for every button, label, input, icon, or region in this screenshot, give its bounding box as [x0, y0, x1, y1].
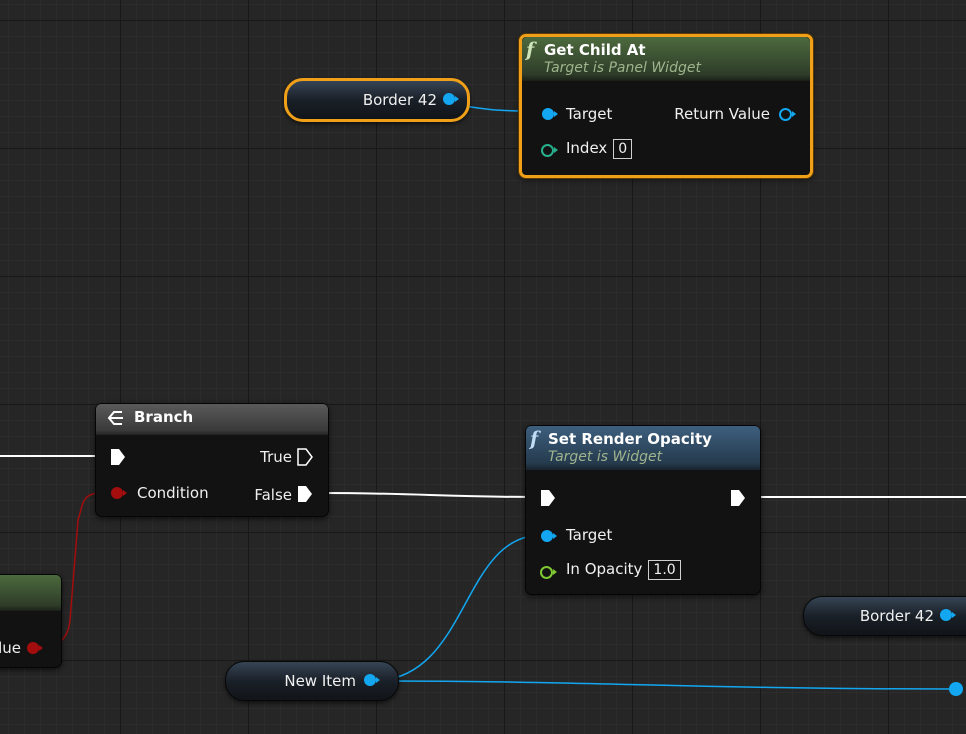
condition-label: Condition — [137, 484, 209, 502]
node-header — [0, 575, 61, 611]
exec-wire-false-to-opacity — [317, 492, 541, 498]
bool-output-pin[interactable] — [27, 642, 43, 654]
node-branch[interactable]: Branch True Condition False — [95, 403, 329, 517]
target-pin[interactable] — [542, 108, 558, 120]
index-pin[interactable] — [541, 144, 558, 157]
node-partial-left[interactable]: lue — [0, 574, 62, 668]
node-title: Get Child At — [544, 41, 646, 59]
node-header: f Get Child At Target is Panel Widget — [522, 37, 810, 81]
node-title: Branch — [134, 408, 194, 426]
variable-label: New Item — [284, 672, 356, 690]
condition-pin[interactable] — [111, 487, 127, 499]
target-label: Target — [566, 526, 613, 544]
index-label: Index — [566, 139, 608, 157]
variable-label: Border 42 — [362, 91, 437, 109]
variable-node-border-top[interactable]: Border 42 — [284, 78, 470, 122]
node-header: Branch — [96, 404, 328, 435]
node-title: Set Render Opacity — [548, 430, 712, 448]
in-opacity-value-field[interactable]: 1.0 — [648, 560, 681, 580]
function-icon: f — [526, 39, 535, 61]
return-value-pin[interactable] — [779, 108, 796, 121]
object-pin-output[interactable] — [443, 93, 459, 105]
variable-node-border-right[interactable]: Border 42 — [803, 596, 966, 636]
object-wire-newitem-to-right — [371, 680, 956, 690]
target-label: Target — [566, 105, 613, 123]
branch-icon — [107, 411, 123, 425]
node-subtitle: Target is Panel Widget — [544, 60, 701, 76]
true-label: True — [260, 448, 292, 466]
node-get-child-at[interactable]: f Get Child At Target is Panel Widget Ta… — [519, 34, 813, 178]
object-pin-output[interactable] — [364, 674, 380, 686]
in-opacity-label: In Opacity — [566, 560, 643, 578]
in-opacity-pin[interactable] — [540, 566, 557, 579]
index-row: Index 0 — [566, 139, 633, 159]
function-icon: f — [530, 428, 539, 450]
variable-node-new-item[interactable]: New Item — [225, 661, 399, 701]
return-value-label: Return Value — [674, 105, 770, 123]
false-label: False — [254, 486, 292, 504]
in-opacity-row: In Opacity 1.0 — [566, 560, 681, 580]
index-value-field[interactable]: 0 — [613, 139, 633, 159]
variable-label: Border 42 — [859, 607, 934, 625]
node-subtitle: Target is Widget — [548, 449, 663, 465]
node-header: f Set Render Opacity Target is Widget — [526, 426, 760, 470]
node-set-render-opacity[interactable]: f Set Render Opacity Target is Widget Ta… — [525, 425, 761, 595]
object-wire-endpoint — [949, 682, 963, 696]
target-pin[interactable] — [541, 530, 557, 542]
object-pin-output[interactable] — [940, 609, 956, 621]
object-wire-newitem-to-target — [371, 534, 543, 682]
return-value-label: lue — [0, 639, 21, 657]
